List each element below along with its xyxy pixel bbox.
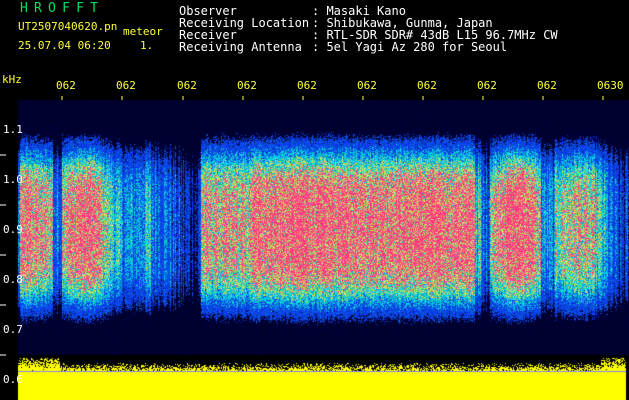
axis-tick-marks xyxy=(0,96,604,356)
y-tick-marks xyxy=(0,154,6,356)
x-tick-marks xyxy=(61,96,604,100)
